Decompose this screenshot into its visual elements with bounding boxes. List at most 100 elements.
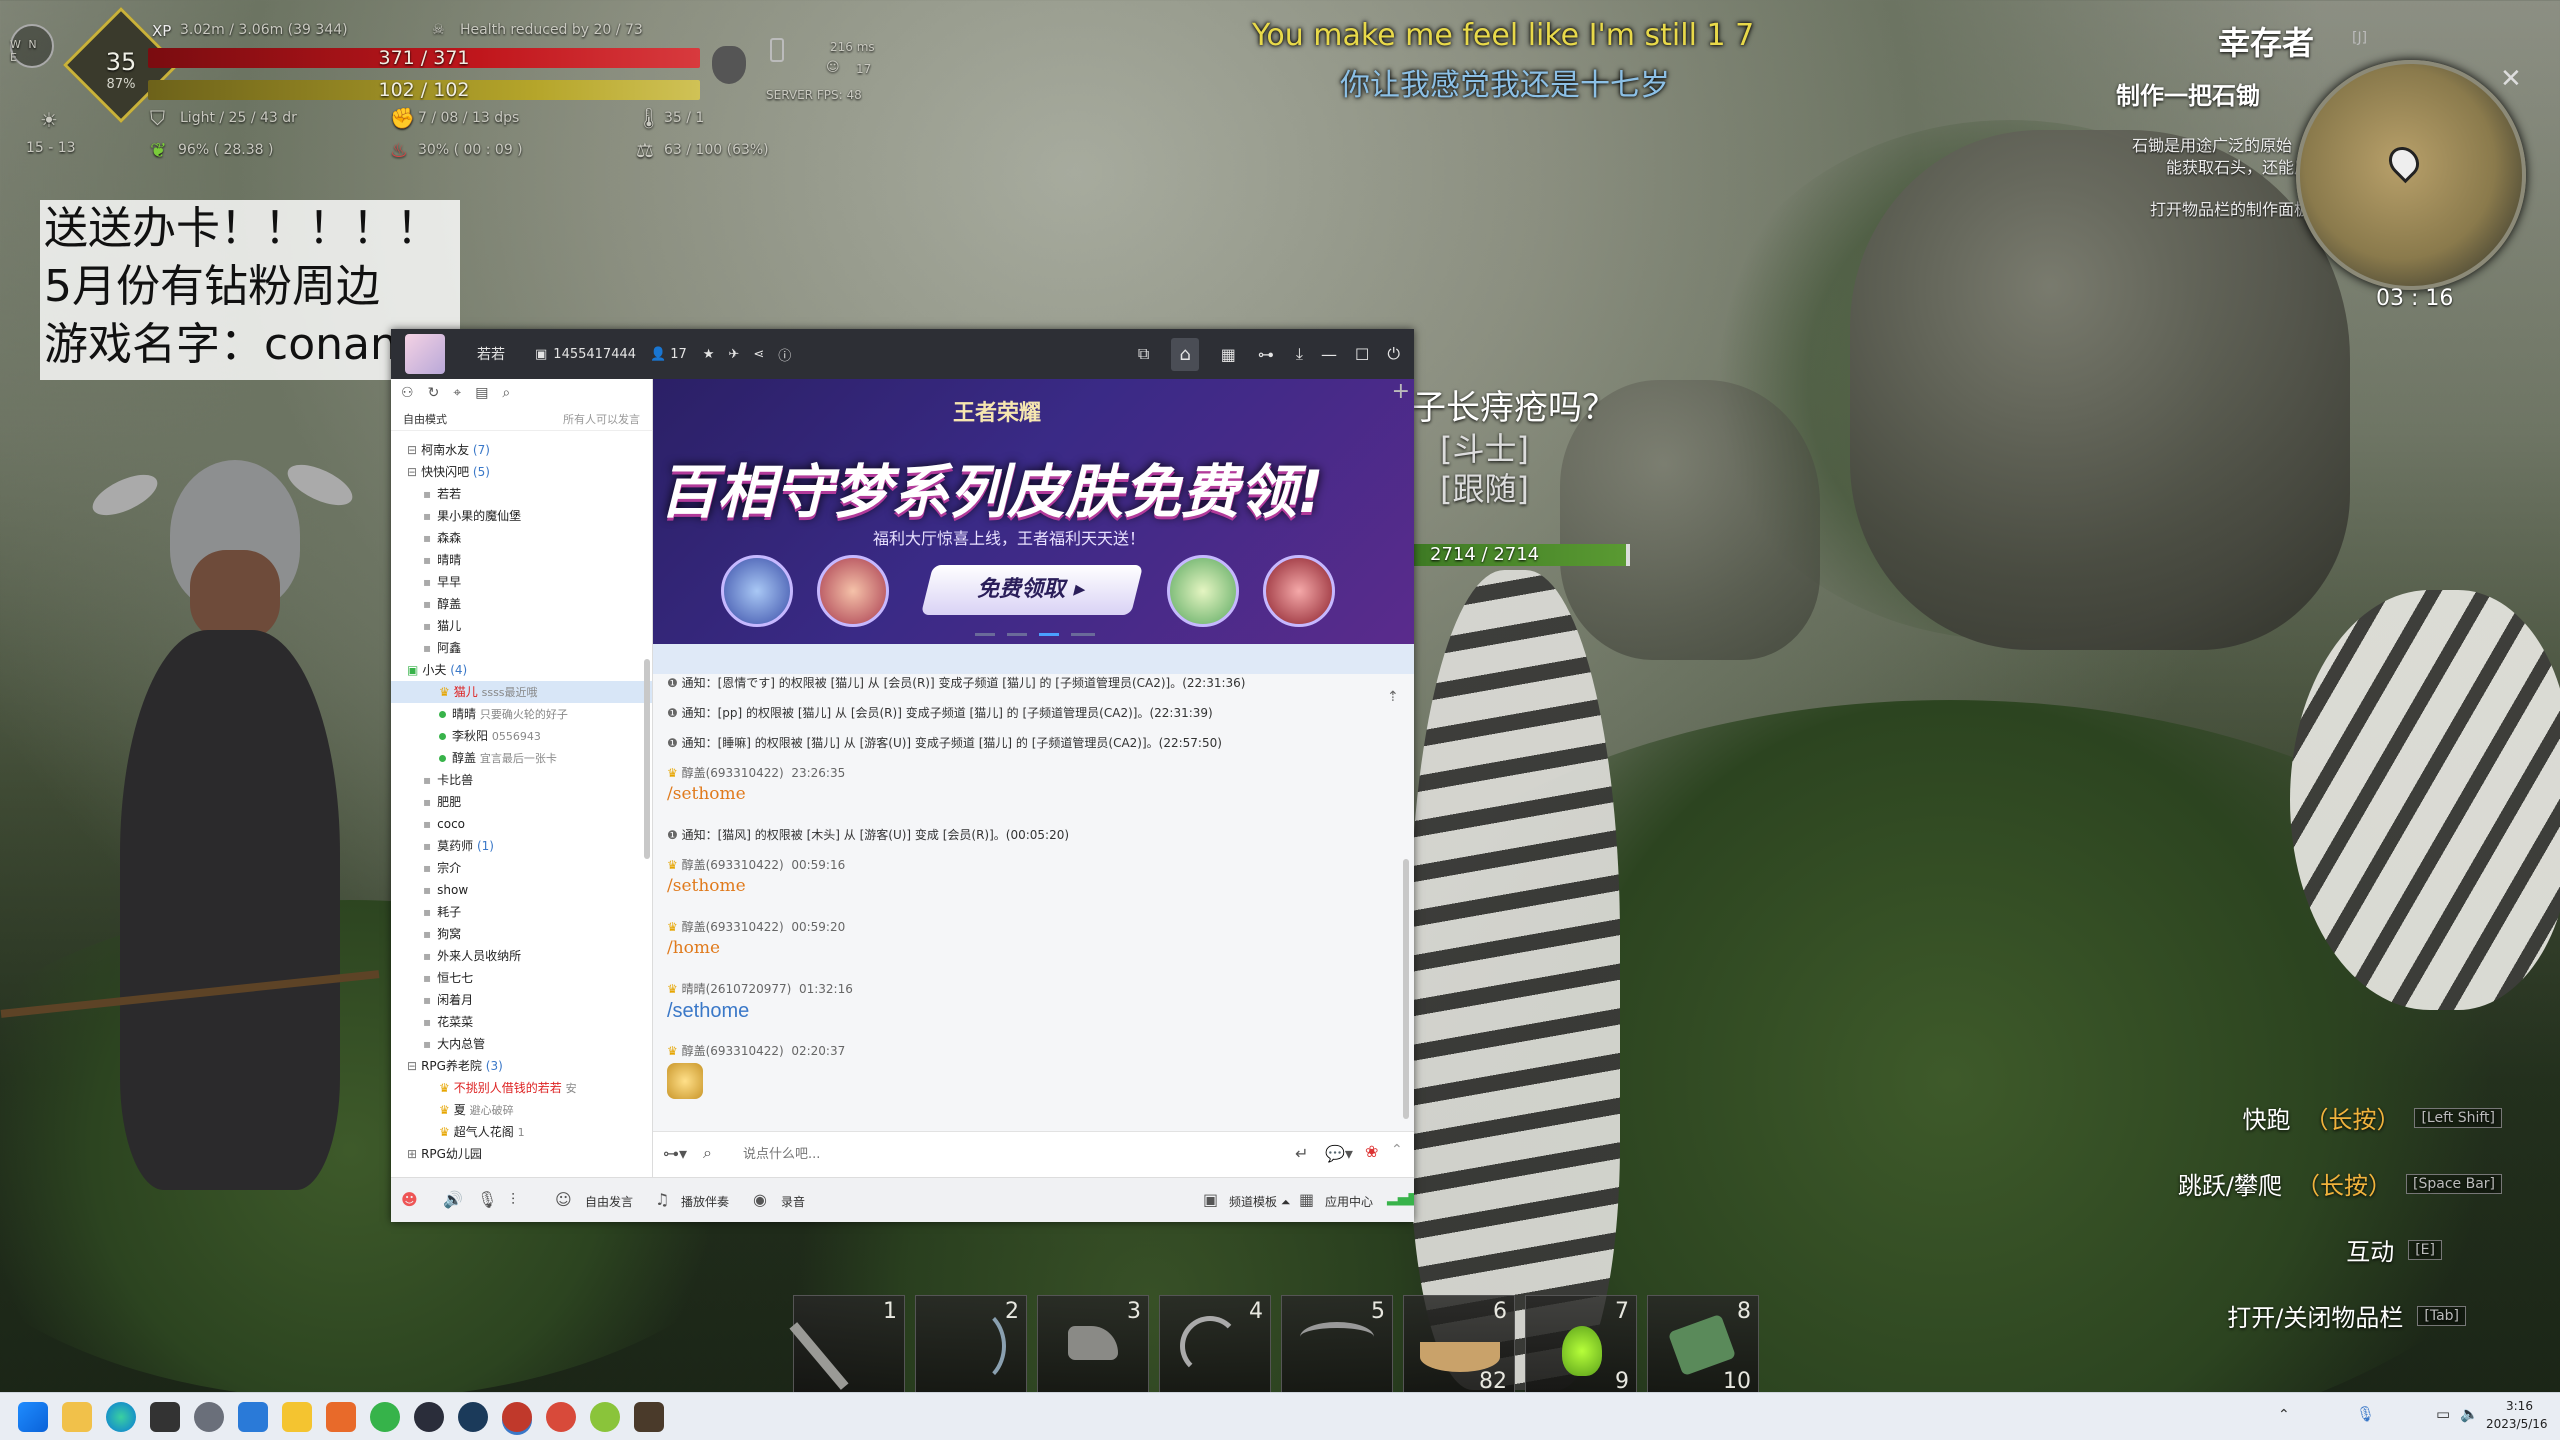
app-dark-icon[interactable] xyxy=(414,1402,444,1432)
hotbar-slot-sword[interactable]: 1 xyxy=(789,1295,905,1395)
channel-tree-row[interactable]: 李秋阳 0556943 xyxy=(391,725,652,747)
plane-icon[interactable]: ✈ xyxy=(728,347,739,362)
location-icon[interactable]: ⌖ xyxy=(453,385,461,401)
tray-volume-icon[interactable]: 🔈 xyxy=(2460,1405,2479,1423)
tray-network-icon[interactable]: ▭ xyxy=(2436,1405,2450,1423)
chat-titlebar[interactable]: 若若 ▣ 1455417444 👤 17 ★ ✈ ⋖ ⓘ ⧉ ⌂ ▦ ⊶ ⤓ —… xyxy=(391,329,1414,379)
power-icon[interactable]: ⏻ xyxy=(1387,344,1400,364)
app-orange-icon[interactable] xyxy=(326,1402,356,1432)
template-button[interactable]: 频道模板 ⏶ xyxy=(1229,1193,1290,1210)
channel-tree-row[interactable]: ♛ 猫儿 ssss最近哦 xyxy=(391,681,652,703)
channel-tree-row[interactable]: ▪ 猫儿 xyxy=(391,615,652,637)
channel-tree-row[interactable]: ⊟ RPG养老院 (3) xyxy=(391,1055,652,1077)
mixer-icon[interactable]: ⫶ xyxy=(511,1190,515,1210)
bgm-button[interactable]: 播放伴奏 xyxy=(681,1193,729,1210)
speaker-icon[interactable]: 🔊 xyxy=(443,1190,463,1209)
channel-tree-row[interactable]: ▪ 早早 xyxy=(391,571,652,593)
hotbar-slot-pickaxe[interactable]: 5 xyxy=(1281,1295,1393,1395)
channel-tree-row[interactable]: ⊟ 快快闪吧 (5) xyxy=(391,461,652,483)
expand-icon[interactable]: ⊟ xyxy=(407,443,417,457)
channel-tree-row[interactable]: ▪ 卡比兽 xyxy=(391,769,652,791)
channel-tree-row[interactable]: 醇盖 宜言最后一张卡 xyxy=(391,747,652,769)
banner-add-icon[interactable]: + xyxy=(1392,379,1410,404)
messages-scrollbar[interactable] xyxy=(1403,859,1409,1119)
emoji-search-icon[interactable]: ⌕ xyxy=(703,1143,712,1163)
voice-chat-window[interactable]: 若若 ▣ 1455417444 👤 17 ★ ✈ ⋖ ⓘ ⧉ ⌂ ▦ ⊶ ⤓ —… xyxy=(391,329,1414,1222)
chat-app-icon[interactable] xyxy=(502,1402,532,1432)
channel-tree[interactable]: ⊟ 柯南水友 (7) ⊟ 快快闪吧 (5) ▪ 若若 ▪ 果小果的魔仙堡 ▪ 森森 ▪ 晴晴 ▪ 早早 ▪ 醇… xyxy=(391,431,652,1165)
mode-select[interactable]: 自由模式 xyxy=(403,411,447,427)
ad-banner[interactable]: 王者荣耀 百相守梦系列皮肤免费领! 福利大厅惊喜上线，王者福利天天送！ 免费领取… xyxy=(653,379,1414,644)
scroll-top-icon[interactable]: ⇡ xyxy=(1387,689,1399,705)
channel-tree-row[interactable]: ⊟ 柯南水友 (7) xyxy=(391,439,652,461)
message-input[interactable] xyxy=(743,1140,1223,1168)
channel-tree-row[interactable]: ♛ 夏 避心破碎 xyxy=(391,1099,652,1121)
share-icon[interactable]: ⋖ xyxy=(753,347,764,362)
epic-icon[interactable] xyxy=(150,1402,180,1432)
game-icon[interactable] xyxy=(634,1402,664,1432)
app-s-icon[interactable] xyxy=(238,1402,268,1432)
channel-tree-row[interactable]: ▪ 耗子 xyxy=(391,901,652,923)
map-close-icon[interactable]: ✕ xyxy=(2500,64,2522,94)
hotbar-slot-bowl[interactable]: 6 82 xyxy=(1403,1295,1515,1395)
claim-button[interactable]: 免费领取 ▸ xyxy=(920,565,1144,615)
channel-tree-row[interactable]: ▪ 若若 xyxy=(391,483,652,505)
explorer-icon[interactable] xyxy=(62,1402,92,1432)
send-icon[interactable]: ↵ xyxy=(1295,1144,1308,1163)
gamepad-icon[interactable]: ⊶ xyxy=(1258,345,1274,364)
channel-avatar[interactable] xyxy=(405,334,445,374)
hotbar-slot-scroll[interactable]: 8 10 xyxy=(1647,1295,1759,1395)
windows-taskbar[interactable]: ⌃ 🎙 ▭ 🔈 3:16 2023/5/16 xyxy=(0,1392,2560,1440)
channel-tree-row[interactable]: ▪ 肥肥 xyxy=(391,791,652,813)
apps-button[interactable]: 应用中心 xyxy=(1325,1193,1373,1210)
tiger-companion[interactable] xyxy=(1410,570,1620,1390)
wechat-icon[interactable] xyxy=(370,1402,400,1432)
channel-tree-row[interactable]: ▪ 外来人员收纳所 xyxy=(391,945,652,967)
refresh-icon[interactable]: ↻ xyxy=(428,385,440,401)
channel-tree-row[interactable]: ▪ 花菜菜 xyxy=(391,1011,652,1033)
start-icon[interactable] xyxy=(18,1402,48,1432)
hotbar-slot-bow[interactable]: 2 xyxy=(915,1295,1027,1395)
minimize-icon[interactable]: — xyxy=(1321,345,1337,364)
mic-icon[interactable]: 🎙 xyxy=(477,1190,497,1209)
info-icon[interactable]: ⓘ xyxy=(778,345,791,364)
channel-sidebar[interactable]: ⚇ ↻ ⌖ ▤ ⌕ 自由模式 所有人可以发言 ⊟ 柯南水友 (7) ⊟ 快快闪吧 (5… xyxy=(391,379,653,1177)
tiger-wild[interactable] xyxy=(2290,590,2560,1010)
channel-tree-row[interactable]: ▪ 森森 xyxy=(391,527,652,549)
app-green-icon[interactable] xyxy=(590,1402,620,1432)
channel-tree-row[interactable]: ▪ coco xyxy=(391,813,652,835)
channel-tree-row[interactable]: ▪ 阿鑫 xyxy=(391,637,652,659)
app-red-icon[interactable] xyxy=(546,1402,576,1432)
gamepad-icon[interactable]: ⊶▾ xyxy=(663,1144,687,1163)
input-bar[interactable]: ⊶▾ ⌕ ↵ 💬▾ ❀ ⌃ xyxy=(653,1131,1414,1177)
channel-tree-row[interactable]: ▪ 晴晴 xyxy=(391,549,652,571)
free-talk-button[interactable]: 自由发言 xyxy=(585,1193,633,1210)
hotbar-slot-potion[interactable]: 79 xyxy=(1525,1295,1637,1395)
channel-tree-row[interactable]: 晴晴 只要确火轮的好子 xyxy=(391,703,652,725)
app-emoji-icon[interactable] xyxy=(282,1402,312,1432)
banner-dots[interactable] xyxy=(975,633,1095,636)
channel-tree-row[interactable]: ♛ 超气人花阁 1 xyxy=(391,1121,652,1143)
expand-icon[interactable]: ⊟ xyxy=(407,465,417,479)
download-icon[interactable]: ⤓ xyxy=(1296,344,1303,364)
layout-icon[interactable]: ▦ xyxy=(1221,345,1236,364)
rose-icon[interactable]: ❀ xyxy=(1365,1142,1378,1161)
channel-tree-row[interactable]: ▪ 狗窝 xyxy=(391,923,652,945)
channel-tree-row[interactable]: ▪ 宗介 xyxy=(391,857,652,879)
channel-tree-row[interactable]: ▪ 莫药师 (1) xyxy=(391,835,652,857)
settings-icon[interactable] xyxy=(194,1402,224,1432)
channel-tree-row[interactable]: ♛ 不挑别人借钱的若若 安 xyxy=(391,1077,652,1099)
screen-share-icon[interactable]: ⧉ xyxy=(1138,344,1149,364)
member-icon[interactable]: ⚇ xyxy=(401,385,414,401)
hotbar-slot-sickle[interactable]: 4 xyxy=(1159,1295,1271,1395)
home-icon[interactable]: ⌂ xyxy=(1171,337,1199,371)
channel-tree-row[interactable]: ▪ 果小果的魔仙堡 xyxy=(391,505,652,527)
chat-bubble-icon[interactable]: 💬▾ xyxy=(1325,1144,1353,1163)
maximize-icon[interactable]: ☐ xyxy=(1355,345,1369,364)
channel-tree-row[interactable]: ▣ 小夫 (4) xyxy=(391,659,652,681)
bottom-toolbar[interactable]: ☻ 🔊 🎙 ⫶ ☺ 自由发言 ♫ 播放伴奏 ◉ 录音 ▣ 频道模板 ⏶ ▦ 应用… xyxy=(391,1177,1414,1222)
record-button[interactable]: 录音 xyxy=(781,1193,805,1210)
hotbar-slot-axe[interactable]: 3 xyxy=(1037,1295,1149,1395)
channel-tree-row[interactable]: ⊞ RPG幼儿园 xyxy=(391,1143,652,1165)
expand-icon[interactable]: ⊟ xyxy=(407,1059,417,1073)
